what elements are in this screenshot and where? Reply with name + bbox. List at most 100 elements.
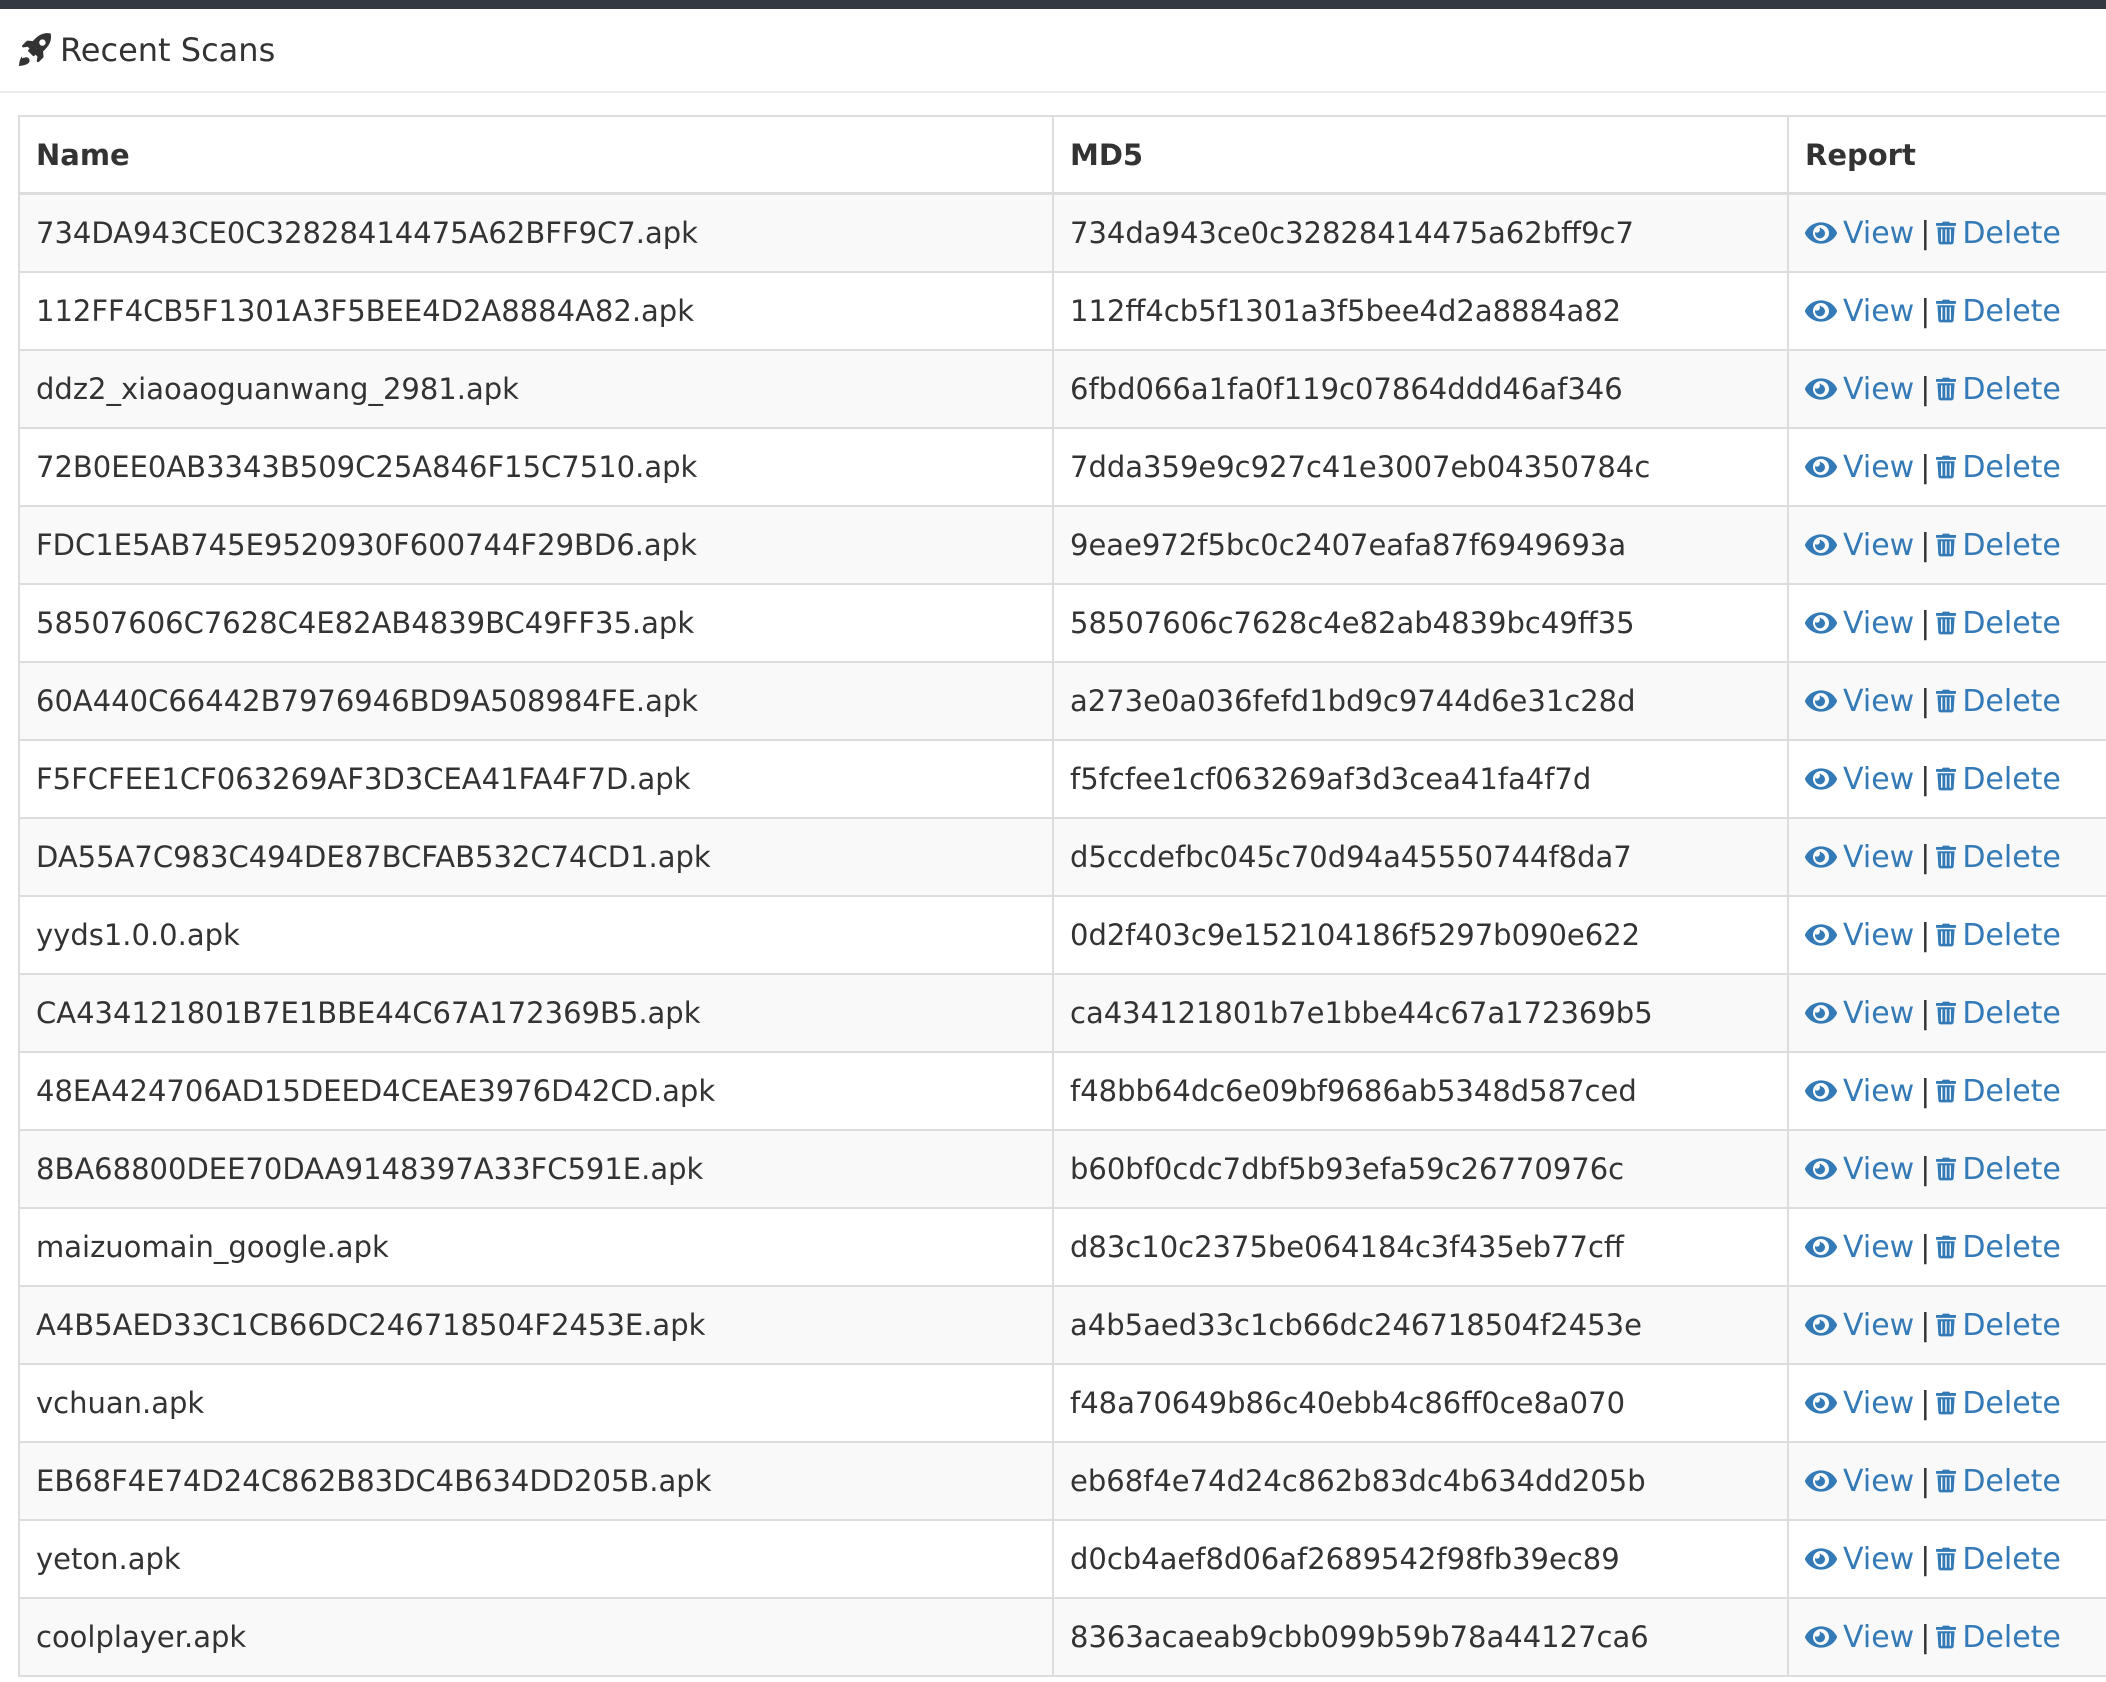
view-label: View xyxy=(1843,1151,1915,1187)
delete-scan-link[interactable]: Delete xyxy=(1936,1464,2061,1499)
cell-file-name: 48EA424706AD15DEED4CEAE3976D42CD.apk xyxy=(18,1051,1054,1131)
delete-label: Delete xyxy=(1962,995,2061,1031)
table-row: 734DA943CE0C32828414475A62BFF9C7.apk 734d… xyxy=(18,192,2106,273)
delete-scan-link[interactable]: Delete xyxy=(1936,918,2061,953)
view-report-link[interactable]: View xyxy=(1805,1464,1914,1499)
delete-scan-link[interactable]: Delete xyxy=(1936,996,2061,1031)
recent-scans-table: Name MD5 Report 734DA943CE0C32828414475A… xyxy=(18,115,2106,1677)
report-actions: View | Delete xyxy=(1805,1464,2106,1499)
trash-icon xyxy=(1936,1391,1957,1415)
trash-icon xyxy=(1936,1157,1957,1181)
report-actions: View | Delete xyxy=(1805,762,2106,797)
eye-icon xyxy=(1805,1236,1837,1258)
delete-scan-link[interactable]: Delete xyxy=(1936,840,2061,875)
delete-scan-link[interactable]: Delete xyxy=(1936,606,2061,641)
eye-icon xyxy=(1805,924,1837,946)
view-label: View xyxy=(1843,683,1915,719)
cell-report-actions: View | Delete xyxy=(1787,739,2106,819)
view-report-link[interactable]: View xyxy=(1805,1386,1914,1421)
view-report-link[interactable]: View xyxy=(1805,216,1914,251)
action-separator: | xyxy=(1920,1151,1931,1187)
view-report-link[interactable]: View xyxy=(1805,918,1914,953)
eye-icon xyxy=(1805,1470,1837,1492)
delete-label: Delete xyxy=(1962,761,2061,797)
cell-file-name: 734DA943CE0C32828414475A62BFF9C7.apk xyxy=(18,192,1054,273)
report-actions: View | Delete xyxy=(1805,1386,2106,1421)
table-row: 60A440C66442B7976946BD9A508984FE.apk a273… xyxy=(18,661,2106,741)
eye-icon xyxy=(1805,690,1837,712)
view-report-link[interactable]: View xyxy=(1805,1308,1914,1343)
report-actions: View | Delete xyxy=(1805,918,2106,953)
cell-report-actions: View | Delete xyxy=(1787,349,2106,429)
action-separator: | xyxy=(1920,293,1931,329)
delete-scan-link[interactable]: Delete xyxy=(1936,450,2061,485)
view-report-link[interactable]: View xyxy=(1805,1152,1914,1187)
delete-scan-link[interactable]: Delete xyxy=(1936,1074,2061,1109)
eye-icon xyxy=(1805,378,1837,400)
cell-file-name: A4B5AED33C1CB66DC246718504F2453E.apk xyxy=(18,1285,1054,1365)
cell-md5: a4b5aed33c1cb66dc246718504f2453e xyxy=(1052,1285,1789,1365)
cell-report-actions: View | Delete xyxy=(1787,1363,2106,1443)
table-row: ddz2_xiaoaoguanwang_2981.apk 6fbd066a1fa0… xyxy=(18,349,2106,429)
view-report-link[interactable]: View xyxy=(1805,1230,1914,1265)
trash-icon xyxy=(1936,611,1957,635)
cell-file-name: ddz2_xiaoaoguanwang_2981.apk xyxy=(18,349,1054,429)
trash-icon xyxy=(1936,1001,1957,1025)
eye-icon xyxy=(1805,612,1837,634)
cell-md5: b60bf0cdc7dbf5b93efa59c26770976c xyxy=(1052,1129,1789,1209)
view-report-link[interactable]: View xyxy=(1805,840,1914,875)
delete-scan-link[interactable]: Delete xyxy=(1936,1152,2061,1187)
report-actions: View | Delete xyxy=(1805,372,2106,407)
delete-scan-link[interactable]: Delete xyxy=(1936,528,2061,563)
view-report-link[interactable]: View xyxy=(1805,1620,1914,1655)
delete-scan-link[interactable]: Delete xyxy=(1936,1542,2061,1577)
delete-scan-link[interactable]: Delete xyxy=(1936,1386,2061,1421)
panel-heading: Recent Scans xyxy=(0,9,2106,93)
trash-icon xyxy=(1936,1079,1957,1103)
delete-label: Delete xyxy=(1962,917,2061,953)
action-separator: | xyxy=(1920,1229,1931,1265)
cell-report-actions: View | Delete xyxy=(1787,1207,2106,1287)
view-report-link[interactable]: View xyxy=(1805,294,1914,329)
table-row: EB68F4E74D24C862B83DC4B634DD205B.apk eb68… xyxy=(18,1441,2106,1521)
view-report-link[interactable]: View xyxy=(1805,762,1914,797)
eye-icon xyxy=(1805,1548,1837,1570)
delete-scan-link[interactable]: Delete xyxy=(1936,294,2061,329)
action-separator: | xyxy=(1920,449,1931,485)
view-report-link[interactable]: View xyxy=(1805,450,1914,485)
report-actions: View | Delete xyxy=(1805,294,2106,329)
cell-file-name: yyds1.0.0.apk xyxy=(18,895,1054,975)
cell-file-name: DA55A7C983C494DE87BCFAB532C74CD1.apk xyxy=(18,817,1054,897)
view-report-link[interactable]: View xyxy=(1805,1542,1914,1577)
delete-scan-link[interactable]: Delete xyxy=(1936,684,2061,719)
cell-file-name: 60A440C66442B7976946BD9A508984FE.apk xyxy=(18,661,1054,741)
view-label: View xyxy=(1843,527,1915,563)
report-actions: View | Delete xyxy=(1805,1620,2106,1655)
delete-label: Delete xyxy=(1962,1619,2061,1655)
cell-file-name: 112FF4CB5F1301A3F5BEE4D2A8884A82.apk xyxy=(18,271,1054,351)
view-report-link[interactable]: View xyxy=(1805,372,1914,407)
table-header-row: Name MD5 Report xyxy=(18,115,2106,195)
cell-md5: 112ff4cb5f1301a3f5bee4d2a8884a82 xyxy=(1052,271,1789,351)
cell-file-name: EB68F4E74D24C862B83DC4B634DD205B.apk xyxy=(18,1441,1054,1521)
delete-scan-link[interactable]: Delete xyxy=(1936,1308,2061,1343)
view-report-link[interactable]: View xyxy=(1805,606,1914,641)
report-actions: View | Delete xyxy=(1805,1308,2106,1343)
delete-scan-link[interactable]: Delete xyxy=(1936,1620,2061,1655)
cell-report-actions: View | Delete xyxy=(1787,505,2106,585)
delete-scan-link[interactable]: Delete xyxy=(1936,762,2061,797)
eye-icon xyxy=(1805,1080,1837,1102)
cell-report-actions: View | Delete xyxy=(1787,1519,2106,1599)
table-row: maizuomain_google.apk d83c10c2375be064184… xyxy=(18,1207,2106,1287)
delete-scan-link[interactable]: Delete xyxy=(1936,1230,2061,1265)
table-row: FDC1E5AB745E9520930F600744F29BD6.apk 9eae… xyxy=(18,505,2106,585)
delete-label: Delete xyxy=(1962,1307,2061,1343)
trash-icon xyxy=(1936,299,1957,323)
view-report-link[interactable]: View xyxy=(1805,684,1914,719)
delete-scan-link[interactable]: Delete xyxy=(1936,216,2061,251)
view-report-link[interactable]: View xyxy=(1805,996,1914,1031)
view-report-link[interactable]: View xyxy=(1805,1074,1914,1109)
delete-scan-link[interactable]: Delete xyxy=(1936,372,2061,407)
table-row: 8BA68800DEE70DAA9148397A33FC591E.apk b60b… xyxy=(18,1129,2106,1209)
view-report-link[interactable]: View xyxy=(1805,528,1914,563)
